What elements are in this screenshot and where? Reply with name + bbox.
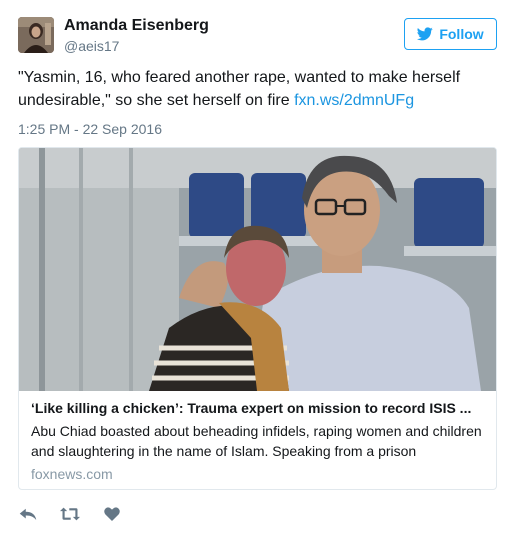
link-card[interactable]: ‘Like killing a chicken’: Trauma expert … [18,147,497,490]
twitter-bird-icon [417,27,434,41]
tweet-link[interactable]: fxn.ws/2dmnUFg [294,92,414,109]
avatar-image [18,17,54,53]
reply-button[interactable] [18,505,38,523]
card-description: Abu Chiad boasted about beheading infide… [31,423,482,459]
like-icon [104,507,120,521]
card-domain[interactable]: foxnews.com [31,466,486,482]
card-body: ‘Like killing a chicken’: Trauma expert … [31,398,486,482]
avatar[interactable] [18,17,54,53]
user-handle[interactable]: @aeis17 [64,38,119,54]
retweet-icon [60,507,80,521]
card-image [19,148,496,391]
tweet-timestamp[interactable]: 1:25 PM - 22 Sep 2016 [18,121,162,137]
like-button[interactable] [102,505,122,523]
retweet-button[interactable] [60,505,80,523]
card-title[interactable]: ‘Like killing a chicken’: Trauma expert … [31,398,486,418]
reply-icon [19,508,37,520]
follow-label: Follow [439,26,484,42]
user-name[interactable]: Amanda Eisenberg [64,17,209,35]
tweet-text: "Yasmin, 16, who feared another rape, wa… [18,66,488,112]
follow-button[interactable]: Follow [404,18,497,50]
tweet-actions [18,505,122,523]
